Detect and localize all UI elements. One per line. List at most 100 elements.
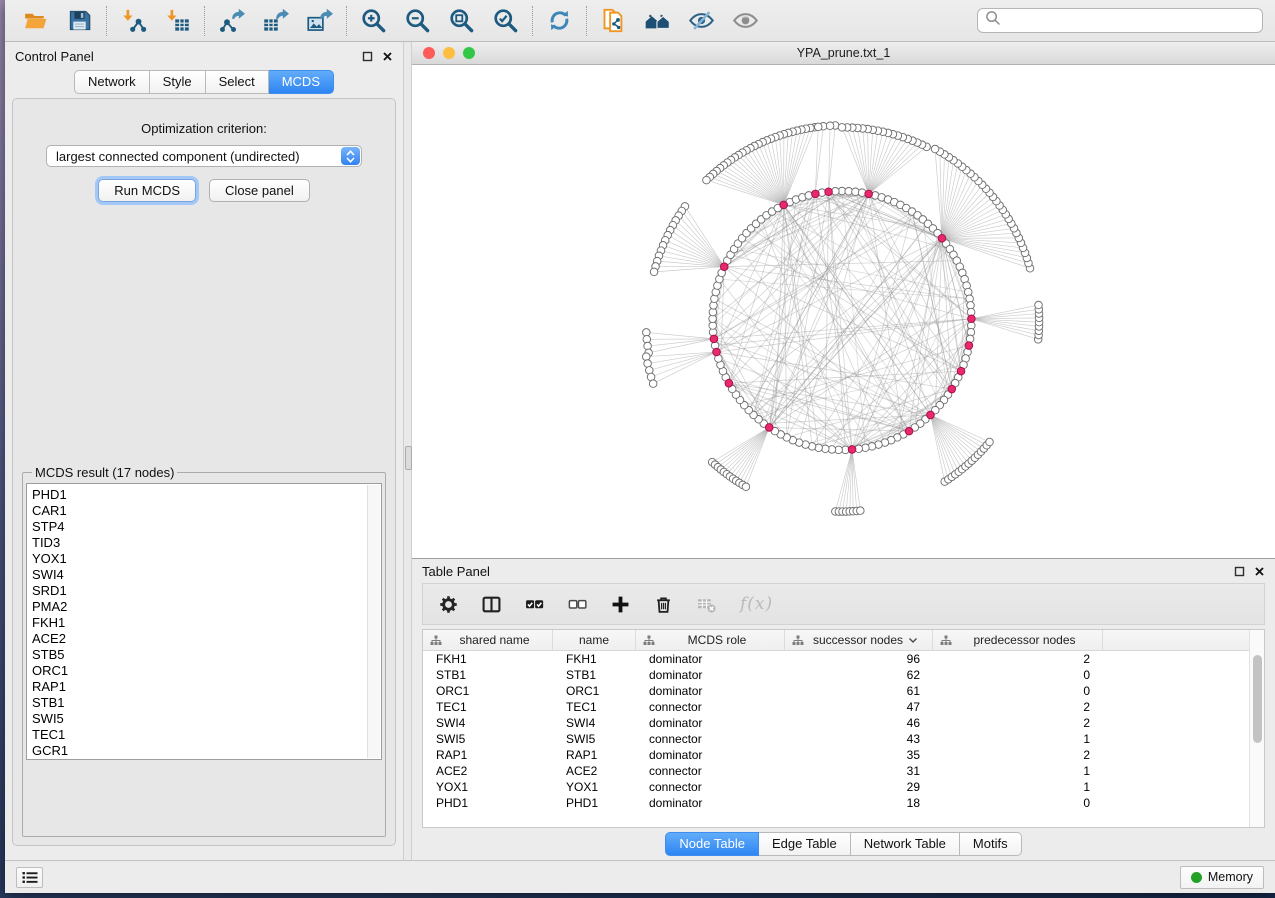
mcds-result-item[interactable]: ORC1 <box>32 663 381 679</box>
memory-button[interactable]: Memory <box>1180 866 1264 889</box>
float-table-panel-icon[interactable] <box>1234 566 1245 577</box>
run-mcds-button[interactable]: Run MCDS <box>98 179 196 202</box>
cell-predecessor-nodes: 2 <box>933 700 1103 714</box>
mcds-result-item[interactable]: SRD1 <box>32 583 381 599</box>
mcds-result-item[interactable]: STB1 <box>32 695 381 711</box>
memory-status-icon <box>1191 872 1202 883</box>
delete-column-icon[interactable] <box>654 595 673 614</box>
mcds-result-item[interactable]: PMA2 <box>32 599 381 615</box>
optimization-criterion-select[interactable]: largest connected component (undirected) <box>46 145 362 167</box>
tab-edge-table[interactable]: Edge Table <box>759 832 851 856</box>
import-network-icon[interactable] <box>120 7 147 34</box>
table-toolbar: f(x) <box>422 583 1265 625</box>
mcds-result-item[interactable]: STB5 <box>32 647 381 663</box>
zoom-selected-icon[interactable] <box>492 7 519 34</box>
optimization-criterion-value: largest connected component (undirected) <box>47 149 341 164</box>
network-window-titlebar[interactable]: YPA_prune.txt_1 <box>412 42 1275 65</box>
search-input[interactable] <box>1006 13 1255 28</box>
tab-select[interactable]: Select <box>206 70 269 94</box>
mcds-result-item[interactable]: CAR1 <box>32 503 381 519</box>
toggle-panes-icon[interactable] <box>482 595 501 614</box>
network-window-title: YPA_prune.txt_1 <box>412 46 1275 60</box>
deselect-all-icon[interactable] <box>568 595 587 614</box>
tab-network-table[interactable]: Network Table <box>851 832 960 856</box>
table-scrollbar[interactable] <box>1249 630 1264 827</box>
table-settings-icon[interactable] <box>439 595 458 614</box>
mcds-result-item[interactable]: FKH1 <box>32 615 381 631</box>
hide-selected-icon[interactable] <box>688 7 715 34</box>
mcds-result-item[interactable]: ACE2 <box>32 631 381 647</box>
task-history-icon[interactable] <box>16 867 43 888</box>
cell-shared-name: FKH1 <box>423 652 553 666</box>
float-panel-icon[interactable] <box>362 51 373 62</box>
table-row[interactable]: YOX1YOX1connector291 <box>423 779 1249 795</box>
cell-successor-nodes: 62 <box>785 668 933 682</box>
select-all-icon[interactable] <box>525 595 544 614</box>
cell-mcds-role: dominator <box>636 796 785 810</box>
export-network-icon[interactable] <box>218 7 245 34</box>
cell-shared-name: ACE2 <box>423 764 553 778</box>
table-body: FKH1FKH1dominator962STB1STB1dominator620… <box>423 651 1249 827</box>
zoom-out-icon[interactable] <box>404 7 431 34</box>
column-header-shared-name[interactable]: shared name <box>423 630 553 650</box>
mcds-result-item[interactable]: SWI4 <box>32 567 381 583</box>
table-row[interactable]: RAP1RAP1dominator352 <box>423 747 1249 763</box>
cell-name: ACE2 <box>553 764 636 778</box>
first-neighbors-icon[interactable] <box>644 7 671 34</box>
tab-mcds[interactable]: MCDS <box>269 70 334 94</box>
cell-predecessor-nodes: 2 <box>933 716 1103 730</box>
import-table-icon[interactable] <box>164 7 191 34</box>
table-row[interactable]: TEC1TEC1connector472 <box>423 699 1249 715</box>
table-row[interactable]: SWI5SWI5connector431 <box>423 731 1249 747</box>
add-column-icon[interactable] <box>611 595 630 614</box>
table-row[interactable]: PHD1PHD1dominator180 <box>423 795 1249 811</box>
mcds-result-item[interactable]: TEC1 <box>32 727 381 743</box>
mcds-result-item[interactable]: YOX1 <box>32 551 381 567</box>
zoom-in-icon[interactable] <box>360 7 387 34</box>
maximize-window-icon[interactable] <box>463 47 475 59</box>
export-image-icon[interactable] <box>306 7 333 34</box>
mcds-result-item[interactable]: GCR1 <box>32 743 381 759</box>
table-row[interactable]: ORC1ORC1dominator610 <box>423 683 1249 699</box>
mcds-result-item[interactable]: SWI5 <box>32 711 381 727</box>
tab-style[interactable]: Style <box>150 70 206 94</box>
open-session-icon[interactable] <box>22 7 49 34</box>
column-header-mcds-role[interactable]: MCDS role <box>636 630 785 650</box>
mcds-result-item[interactable]: PHD1 <box>32 487 381 503</box>
export-table-icon[interactable] <box>262 7 289 34</box>
apply-layout-icon[interactable] <box>546 7 573 34</box>
tab-node-table[interactable]: Node Table <box>665 832 759 856</box>
vertical-splitter[interactable] <box>403 42 412 860</box>
import-public-database-icon[interactable] <box>600 7 627 34</box>
mcds-result-item[interactable]: RAP1 <box>32 679 381 695</box>
mcds-result-list[interactable]: PHD1CAR1STP4TID3YOX1SWI4SRD1PMA2FKH1ACE2… <box>26 483 382 760</box>
cell-mcds-role: dominator <box>636 652 785 666</box>
close-panel-button[interactable]: Close panel <box>209 179 310 202</box>
column-header-name[interactable]: name <box>553 630 636 650</box>
tab-network[interactable]: Network <box>74 70 150 94</box>
minimize-window-icon[interactable] <box>443 47 455 59</box>
cell-name: ORC1 <box>553 684 636 698</box>
column-header-predecessor-nodes[interactable]: predecessor nodes <box>933 630 1103 650</box>
table-row[interactable]: STB1STB1dominator620 <box>423 667 1249 683</box>
close-panel-icon[interactable] <box>382 51 393 62</box>
close-window-icon[interactable] <box>423 47 435 59</box>
cell-mcds-role: connector <box>636 764 785 778</box>
table-row[interactable]: FKH1FKH1dominator962 <box>423 651 1249 667</box>
result-list-scrollbar[interactable] <box>367 485 380 758</box>
mcds-result-item[interactable]: TID3 <box>32 535 381 551</box>
cell-shared-name: RAP1 <box>423 748 553 762</box>
table-row[interactable]: ACE2ACE2connector311 <box>423 763 1249 779</box>
network-canvas[interactable] <box>412 65 1275 558</box>
tab-motifs[interactable]: Motifs <box>960 832 1022 856</box>
cell-predecessor-nodes: 0 <box>933 684 1103 698</box>
save-session-icon[interactable] <box>66 7 93 34</box>
close-table-panel-icon[interactable] <box>1254 566 1265 577</box>
table-row[interactable]: SWI4SWI4dominator462 <box>423 715 1249 731</box>
column-header-successor-nodes[interactable]: successor nodes <box>785 630 933 650</box>
search-box[interactable] <box>977 8 1263 33</box>
show-all-icon[interactable] <box>732 7 759 34</box>
zoom-fit-icon[interactable] <box>448 7 475 34</box>
table-scrollbar-thumb[interactable] <box>1253 655 1262 743</box>
mcds-result-item[interactable]: STP4 <box>32 519 381 535</box>
